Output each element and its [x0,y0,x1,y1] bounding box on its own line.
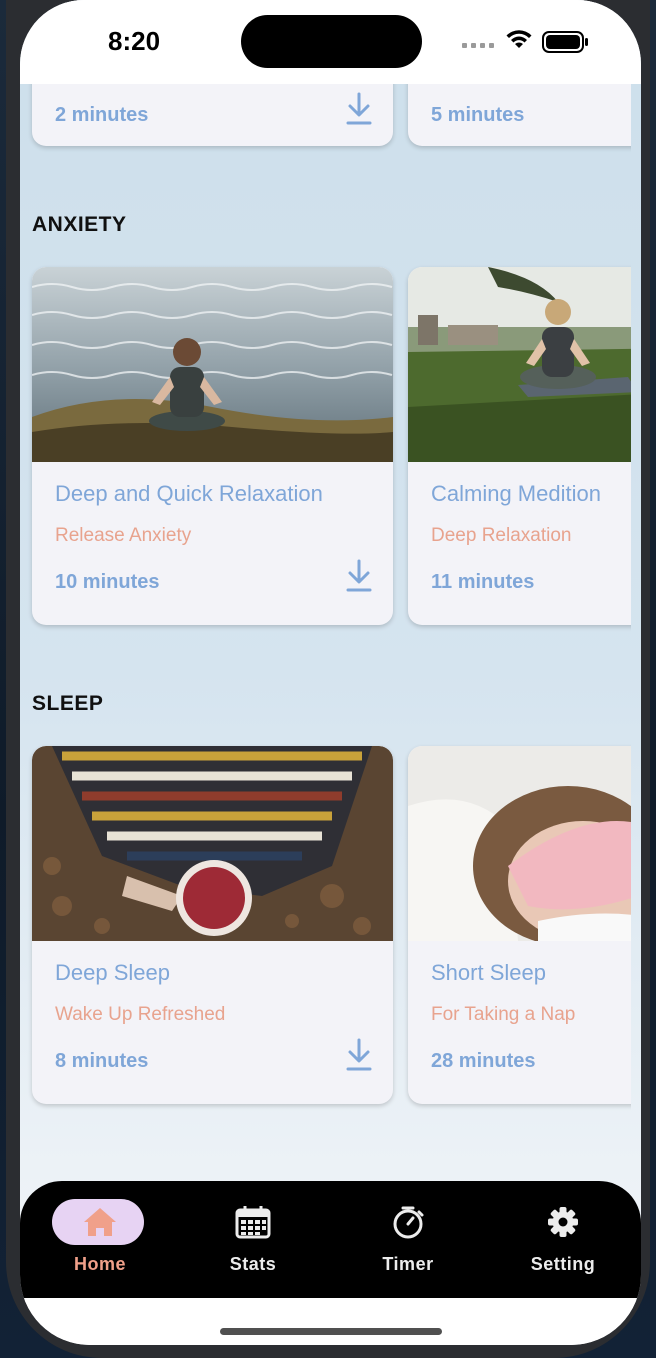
card-title: Short Sleep [431,960,546,985]
home-indicator[interactable] [220,1328,442,1335]
card-duration: 2 minutes [55,104,149,126]
card-duration: 10 minutes [55,571,160,593]
calendar-icon [235,1206,271,1239]
card-duration: 28 minutes [431,1050,536,1072]
card-photo-park-meditation [408,267,631,462]
meditation-card[interactable]: Short Sleep For Taking a Nap 28 minutes [408,746,631,1104]
card-title: Calming Medition [431,481,601,506]
card-photo-tea-blanket [32,746,393,941]
card-subtitle: For Taking a Nap [431,1004,576,1025]
stopwatch-icon [393,1206,424,1239]
card-photo-lake-meditation [32,267,393,462]
phone-screen: 8:20 2 minutes 5 minutes ANXIETY Deep an… [20,0,641,1345]
wifi-icon [506,30,532,48]
battery-icon [542,31,588,53]
section-title-sleep: SLEEP [32,692,104,715]
bottom-tab-bar: Home Stats Timer Setting [20,1181,641,1299]
meditation-card[interactable]: Calming Medition Deep Relaxation 11 minu… [408,267,631,625]
download-icon[interactable] [346,1038,372,1072]
card-photo-sleep-mask [408,746,631,941]
scroll-content[interactable]: 2 minutes 5 minutes ANXIETY Deep and Qui… [20,0,631,1180]
tab-label: Timer [382,1254,434,1274]
gear-icon [548,1207,578,1237]
card-duration: 5 minutes [431,104,525,126]
status-bar: 8:20 [20,0,641,84]
card-title: Deep and Quick Relaxation [55,481,323,506]
card-duration: 8 minutes [55,1050,149,1072]
cellular-signal-icon [462,43,494,48]
card-title: Deep Sleep [55,960,170,985]
card-subtitle: Release Anxiety [55,525,192,546]
tab-label: Setting [530,1254,596,1274]
tab-label: Stats [229,1254,277,1274]
tab-label: Home [73,1254,126,1274]
tab-setting[interactable]: Setting [503,1181,623,1299]
meditation-card[interactable]: Deep Sleep Wake Up Refreshed 8 minutes [32,746,393,1104]
card-subtitle: Wake Up Refreshed [55,1004,226,1025]
download-icon[interactable] [346,559,372,593]
section-title-anxiety: ANXIETY [32,213,127,236]
tab-stats[interactable]: Stats [193,1181,313,1299]
meditation-card[interactable]: Deep and Quick Relaxation Release Anxiet… [32,267,393,625]
card-subtitle: Deep Relaxation [431,525,572,546]
card-duration: 11 minutes [431,571,535,593]
home-indicator-area [20,1298,641,1345]
download-icon[interactable] [346,92,372,126]
tab-timer[interactable]: Timer [348,1181,468,1299]
home-icon [84,1208,116,1236]
status-time: 8:20 [108,26,161,56]
tab-home[interactable]: Home [40,1181,160,1299]
dynamic-island [241,15,422,68]
